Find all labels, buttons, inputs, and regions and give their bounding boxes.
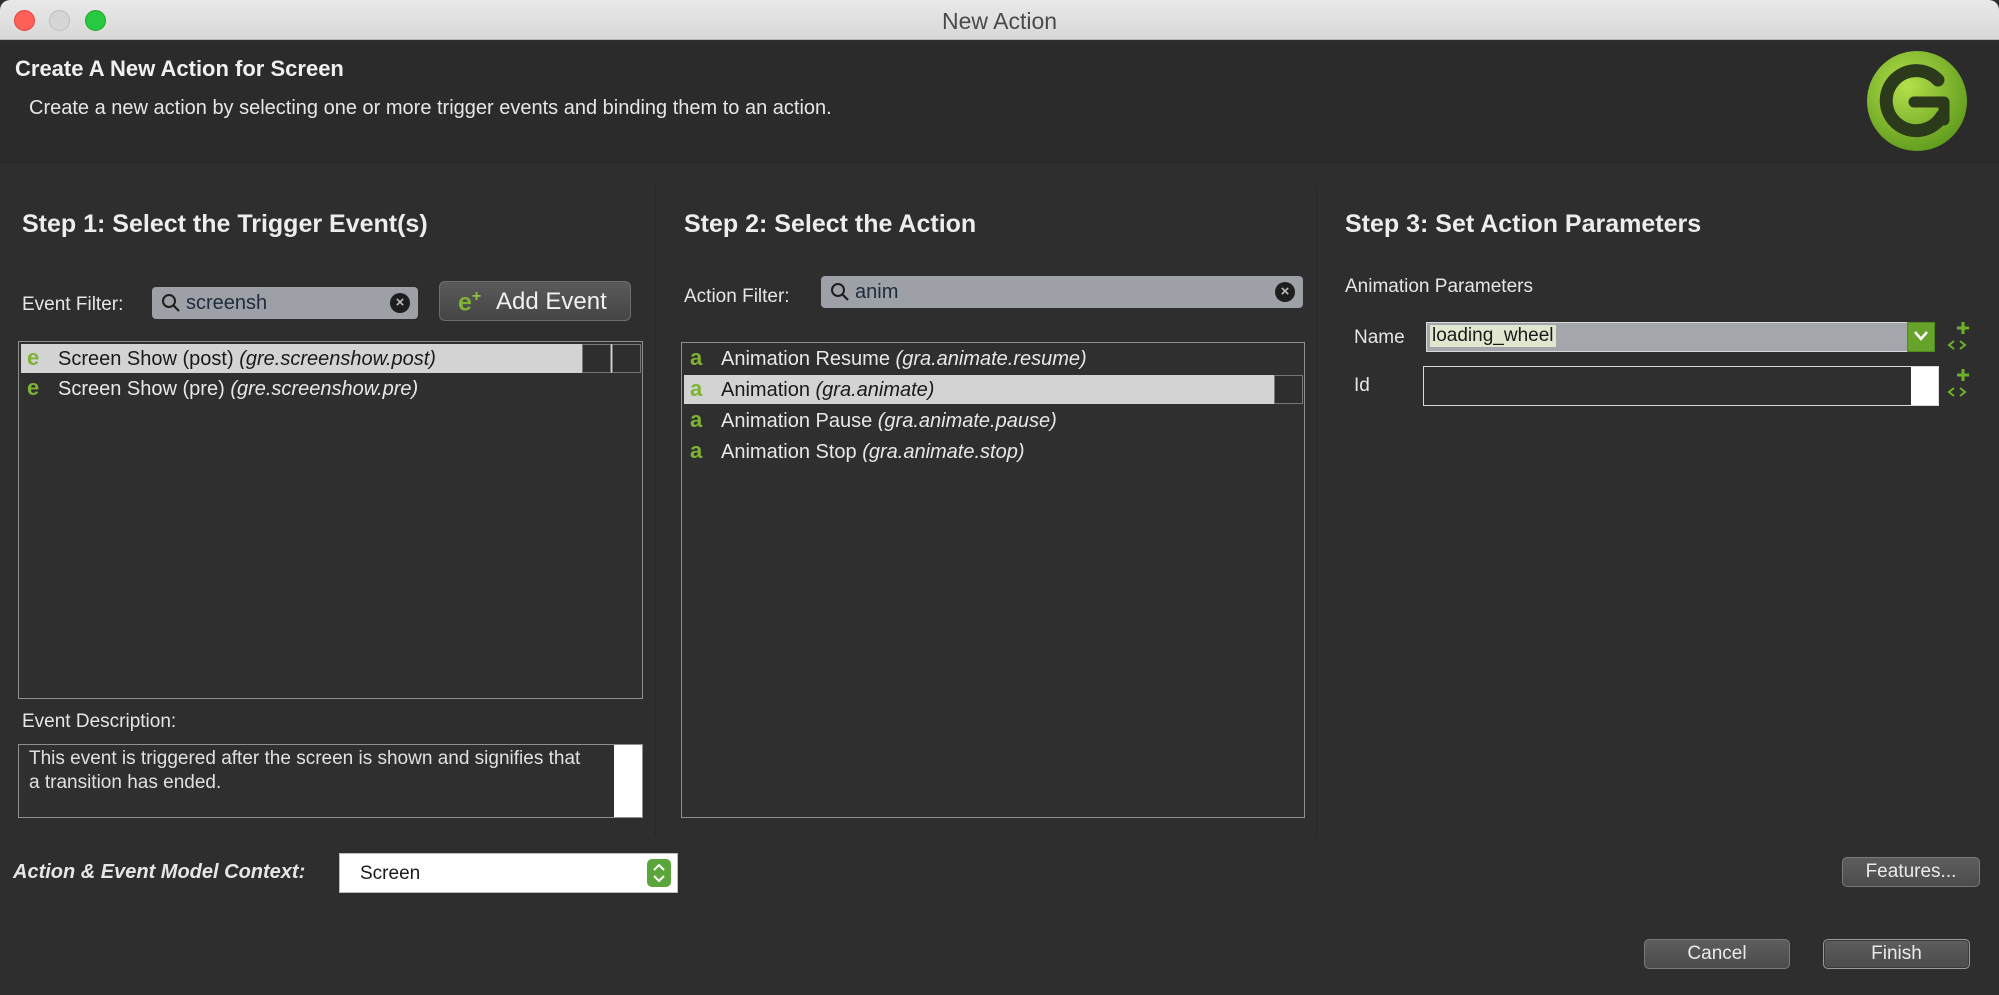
action-row-text: Animation Stop (gra.animate.stop)	[721, 441, 1025, 463]
action-row-text: Animation Resume (gra.animate.resume)	[721, 348, 1087, 370]
action-a-icon: a	[690, 438, 703, 463]
action-a-icon: a	[690, 376, 703, 401]
action-a-icon: a	[690, 345, 703, 370]
search-icon	[831, 283, 849, 301]
event-filter-value: screensh	[186, 292, 268, 314]
event-description-label: Event Description:	[22, 711, 177, 732]
action-list[interactable]: a Animation Resume (gra.animate.resume) …	[681, 342, 1305, 818]
id-param-label: Id	[1354, 375, 1370, 396]
context-label: Action & Event Model Context:	[13, 861, 306, 883]
event-list[interactable]: e Screen Show (post) (gre.screenshow.pos…	[18, 341, 643, 699]
id-field-scrollbar[interactable]	[1911, 367, 1938, 405]
event-row-screenshow-post[interactable]: e Screen Show (post) (gre.screenshow.pos…	[21, 344, 641, 373]
context-select[interactable]: Screen	[339, 853, 678, 893]
add-event-icon: e+	[458, 288, 482, 317]
description-scrollbar[interactable]	[614, 745, 642, 817]
event-e-icon: e	[27, 345, 40, 370]
action-row-animation-stop[interactable]: a Animation Stop (gra.animate.stop)	[684, 437, 1302, 466]
window-title: New Action	[941, 8, 1058, 34]
event-row-screenshow-pre[interactable]: e Screen Show (pre) (gre.screenshow.pre)	[21, 374, 640, 403]
action-row-animation[interactable]: a Animation (gra.animate)	[684, 375, 1303, 404]
dropdown-arrow-icon[interactable]	[1907, 322, 1935, 352]
clear-search-icon[interactable]: ×	[1275, 282, 1295, 302]
name-param-value: loading_wheel	[1430, 325, 1556, 347]
name-param-label: Name	[1354, 327, 1405, 348]
event-row-cell[interactable]	[582, 344, 611, 373]
name-param-combo[interactable]: loading_wheel	[1426, 322, 1935, 352]
action-a-icon: a	[690, 407, 703, 432]
window-titlebar: New Action	[0, 0, 1999, 40]
event-filter-input[interactable]: screensh ×	[152, 287, 418, 319]
event-description-box: This event is triggered after the screen…	[18, 744, 643, 818]
features-button[interactable]: Features...	[1842, 857, 1980, 887]
finish-button[interactable]: Finish	[1823, 939, 1970, 969]
clear-search-icon[interactable]: ×	[390, 293, 410, 313]
dialog-header: Create A New Action for Screen Create a …	[0, 41, 1999, 163]
action-row-text: Animation Pause (gra.animate.pause)	[721, 410, 1057, 432]
action-row-text: Animation (gra.animate)	[721, 379, 935, 401]
event-e-icon: e	[27, 375, 40, 400]
column-divider	[655, 185, 656, 835]
step3-title: Step 3: Set Action Parameters	[1345, 210, 1702, 238]
event-row-text: Screen Show (post) (gre.screenshow.post)	[58, 348, 436, 370]
add-event-button[interactable]: e+ Add Event	[439, 281, 631, 321]
column-divider	[1316, 185, 1317, 835]
select-stepper-icon[interactable]	[647, 859, 671, 887]
event-row-cell[interactable]	[612, 344, 641, 373]
context-select-value: Screen	[360, 863, 421, 884]
action-filter-input[interactable]: anim ×	[821, 276, 1303, 308]
action-filter-value: anim	[855, 281, 899, 303]
action-row-animation-pause[interactable]: a Animation Pause (gra.animate.pause)	[684, 406, 1302, 435]
header-title: Create A New Action for Screen	[15, 56, 344, 81]
id-param-input[interactable]	[1423, 366, 1939, 406]
add-variable-icon[interactable]	[1947, 368, 1971, 402]
search-icon	[162, 294, 180, 312]
animation-parameters-label: Animation Parameters	[1345, 276, 1533, 297]
step1-title: Step 1: Select the Trigger Event(s)	[22, 210, 428, 238]
add-event-label: Add Event	[496, 288, 607, 315]
header-description: Create a new action by selecting one or …	[29, 97, 832, 119]
cancel-button[interactable]: Cancel	[1644, 939, 1790, 969]
step2-title: Step 2: Select the Action	[684, 210, 977, 238]
crank-logo-icon	[1867, 51, 1967, 151]
add-variable-icon[interactable]	[1947, 321, 1971, 355]
event-filter-label: Event Filter:	[22, 294, 124, 315]
action-row-animation-resume[interactable]: a Animation Resume (gra.animate.resume)	[684, 344, 1302, 373]
event-row-text: Screen Show (pre) (gre.screenshow.pre)	[58, 378, 419, 400]
action-row-cell[interactable]	[1274, 375, 1303, 404]
event-description-text: This event is triggered after the screen…	[29, 748, 581, 793]
action-filter-label: Action Filter:	[684, 286, 790, 307]
